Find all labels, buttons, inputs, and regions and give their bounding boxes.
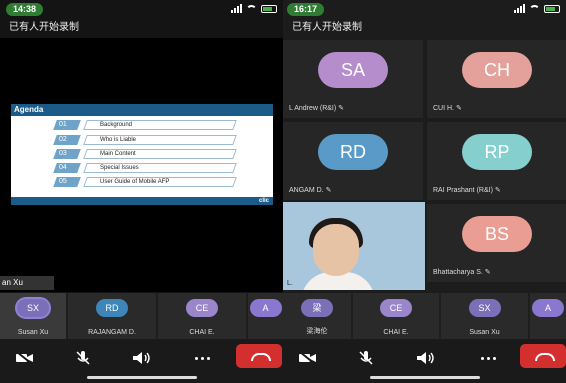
participant-avatar: 梁 xyxy=(301,299,333,317)
participant-name: L Andrew (R&I) ✎ xyxy=(289,105,345,112)
video-name-label: L. xyxy=(287,280,293,287)
more-icon[interactable] xyxy=(476,347,500,369)
participant-name: CHAI E. xyxy=(189,329,215,336)
participant-thumb[interactable]: RD RAJANGAM D. xyxy=(68,293,156,339)
home-indicator xyxy=(369,376,480,379)
status-bar: 16:17 xyxy=(283,0,566,18)
mic-muted-icon: ✎ xyxy=(325,187,332,194)
mic-muted-icon: ✎ xyxy=(455,105,462,112)
agenda-number: 03 xyxy=(53,149,81,159)
screen-share-view[interactable]: Agenda 01 Background 02 Who is Liable 03 Main… xyxy=(0,38,283,292)
agenda-label: User Guide of Mobile AFP xyxy=(83,177,237,187)
participant-video[interactable]: L. xyxy=(283,202,425,290)
speaker-icon[interactable] xyxy=(414,347,438,369)
slide-title: Agenda xyxy=(11,104,273,116)
agenda-item: 03 Main Content xyxy=(53,149,245,159)
participant-name: CUI H. ✎ xyxy=(433,105,462,112)
agenda-item: 05 User Guide of Mobile AFP xyxy=(53,177,245,187)
status-time: 16:17 xyxy=(287,3,325,16)
video-person-face xyxy=(313,224,359,276)
participant-thumb[interactable]: SX Susan Xu xyxy=(0,293,66,339)
recording-notice: 已有人开始录制 xyxy=(292,22,362,33)
camera-off-icon[interactable] xyxy=(13,347,37,369)
agenda-number: 05 xyxy=(53,177,81,187)
signal-icon xyxy=(231,4,242,13)
recording-notice: 已有人开始录制 xyxy=(9,22,79,33)
participant-name: Bhattacharya S. ✎ xyxy=(433,269,491,276)
agenda-number: 04 xyxy=(53,163,81,173)
participant-tile[interactable]: CH CUI H. ✎ xyxy=(427,40,566,118)
participant-tile[interactable]: RP RAI Prashant (R&I) ✎ xyxy=(427,122,566,200)
mic-muted-icon: ✎ xyxy=(484,269,491,276)
status-time: 14:38 xyxy=(6,3,44,16)
participant-avatar: RD xyxy=(96,299,128,317)
participant-tile[interactable]: RD ANGAM D. ✎ xyxy=(283,122,423,200)
agenda-label: Background xyxy=(83,120,237,130)
end-call-button[interactable] xyxy=(236,344,282,368)
agenda-label: Main Content xyxy=(83,149,237,159)
participant-avatar: RP xyxy=(462,134,532,170)
battery-icon xyxy=(261,4,277,13)
camera-off-icon[interactable] xyxy=(296,347,320,369)
participant-thumb[interactable]: CE CHAI E. xyxy=(158,293,246,339)
participant-name: RAJANGAM D. xyxy=(88,329,136,336)
slide-footer: clic xyxy=(11,197,273,205)
participant-avatar: CH xyxy=(462,52,532,88)
battery-icon xyxy=(544,4,560,13)
agenda-label: Special Issues xyxy=(83,163,237,173)
mic-muted-icon: ✎ xyxy=(338,105,345,112)
participant-thumb[interactable]: SX Susan Xu xyxy=(441,293,528,339)
speaker-name-label: an Xu xyxy=(0,276,54,290)
participant-name: 梁海伦 xyxy=(306,328,328,335)
agenda-item: 04 Special Issues xyxy=(53,163,245,173)
mic-muted-icon[interactable] xyxy=(71,347,95,369)
speaker-icon[interactable] xyxy=(130,347,154,369)
wifi-icon xyxy=(529,4,540,13)
agenda-item: 01 Background xyxy=(53,120,245,130)
left-phone-screen: 14:38 已有人开始录制 Agenda 01 Background 02 Who i… xyxy=(0,0,283,383)
participant-name: CHAI E. xyxy=(383,329,409,336)
mic-muted-icon: ✎ xyxy=(494,187,501,194)
meeting-controls xyxy=(283,339,566,383)
participant-avatar: SX xyxy=(468,299,501,317)
participant-thumb[interactable]: CE CHAI E. xyxy=(353,293,439,339)
participant-avatar: CE xyxy=(186,299,218,317)
status-bar: 14:38 xyxy=(0,0,283,18)
status-icons xyxy=(514,4,560,13)
participant-tile[interactable]: SA L Andrew (R&I) ✎ xyxy=(283,40,423,118)
participant-thumb[interactable]: A xyxy=(248,293,283,339)
participant-avatar: SA xyxy=(318,52,388,88)
participant-strip[interactable]: SX Susan Xu RD RAJANGAM D. CE CHAI E. A xyxy=(0,293,283,339)
participant-strip[interactable]: 梁梁海伦 CE CHAI E. SX Susan Xu A xyxy=(283,293,566,339)
right-phone-screen: 16:17 已有人开始录制 SA L Andrew (R&I) ✎ CH CUI H.… xyxy=(283,0,566,383)
shared-slide: Agenda 01 Background 02 Who is Liable 03 Main… xyxy=(11,104,273,205)
slide-logo: clic xyxy=(258,198,269,204)
wifi-icon xyxy=(246,4,257,13)
participant-name: RAI Prashant (R&I) ✎ xyxy=(433,187,501,194)
agenda-item: 02 Who is Liable xyxy=(53,135,245,145)
agenda-number: 02 xyxy=(53,135,81,145)
status-icons xyxy=(231,4,277,13)
participant-avatar: RD xyxy=(318,134,388,170)
meeting-controls xyxy=(0,339,283,383)
participant-name: ANGAM D. ✎ xyxy=(289,187,332,194)
participant-avatar: BS xyxy=(462,216,532,252)
participant-avatar: CE xyxy=(380,299,412,317)
mic-muted-icon[interactable] xyxy=(354,347,378,369)
participant-tile[interactable]: BS Bhattacharya S. ✎ xyxy=(427,204,566,282)
participant-name: Susan Xu xyxy=(17,329,49,336)
participant-name: Susan Xu xyxy=(469,329,500,336)
participant-thumb[interactable]: A xyxy=(530,293,566,339)
end-call-button[interactable] xyxy=(520,344,566,368)
more-icon[interactable] xyxy=(190,347,214,369)
agenda-number: 01 xyxy=(53,120,81,130)
home-indicator xyxy=(86,376,197,379)
participant-avatar: SX xyxy=(17,299,49,317)
participant-thumb[interactable]: 梁梁海伦 xyxy=(283,293,351,339)
participant-avatar: A xyxy=(249,299,282,317)
agenda-label: Who is Liable xyxy=(83,135,237,145)
signal-icon xyxy=(514,4,525,13)
participant-avatar: A xyxy=(532,299,564,317)
